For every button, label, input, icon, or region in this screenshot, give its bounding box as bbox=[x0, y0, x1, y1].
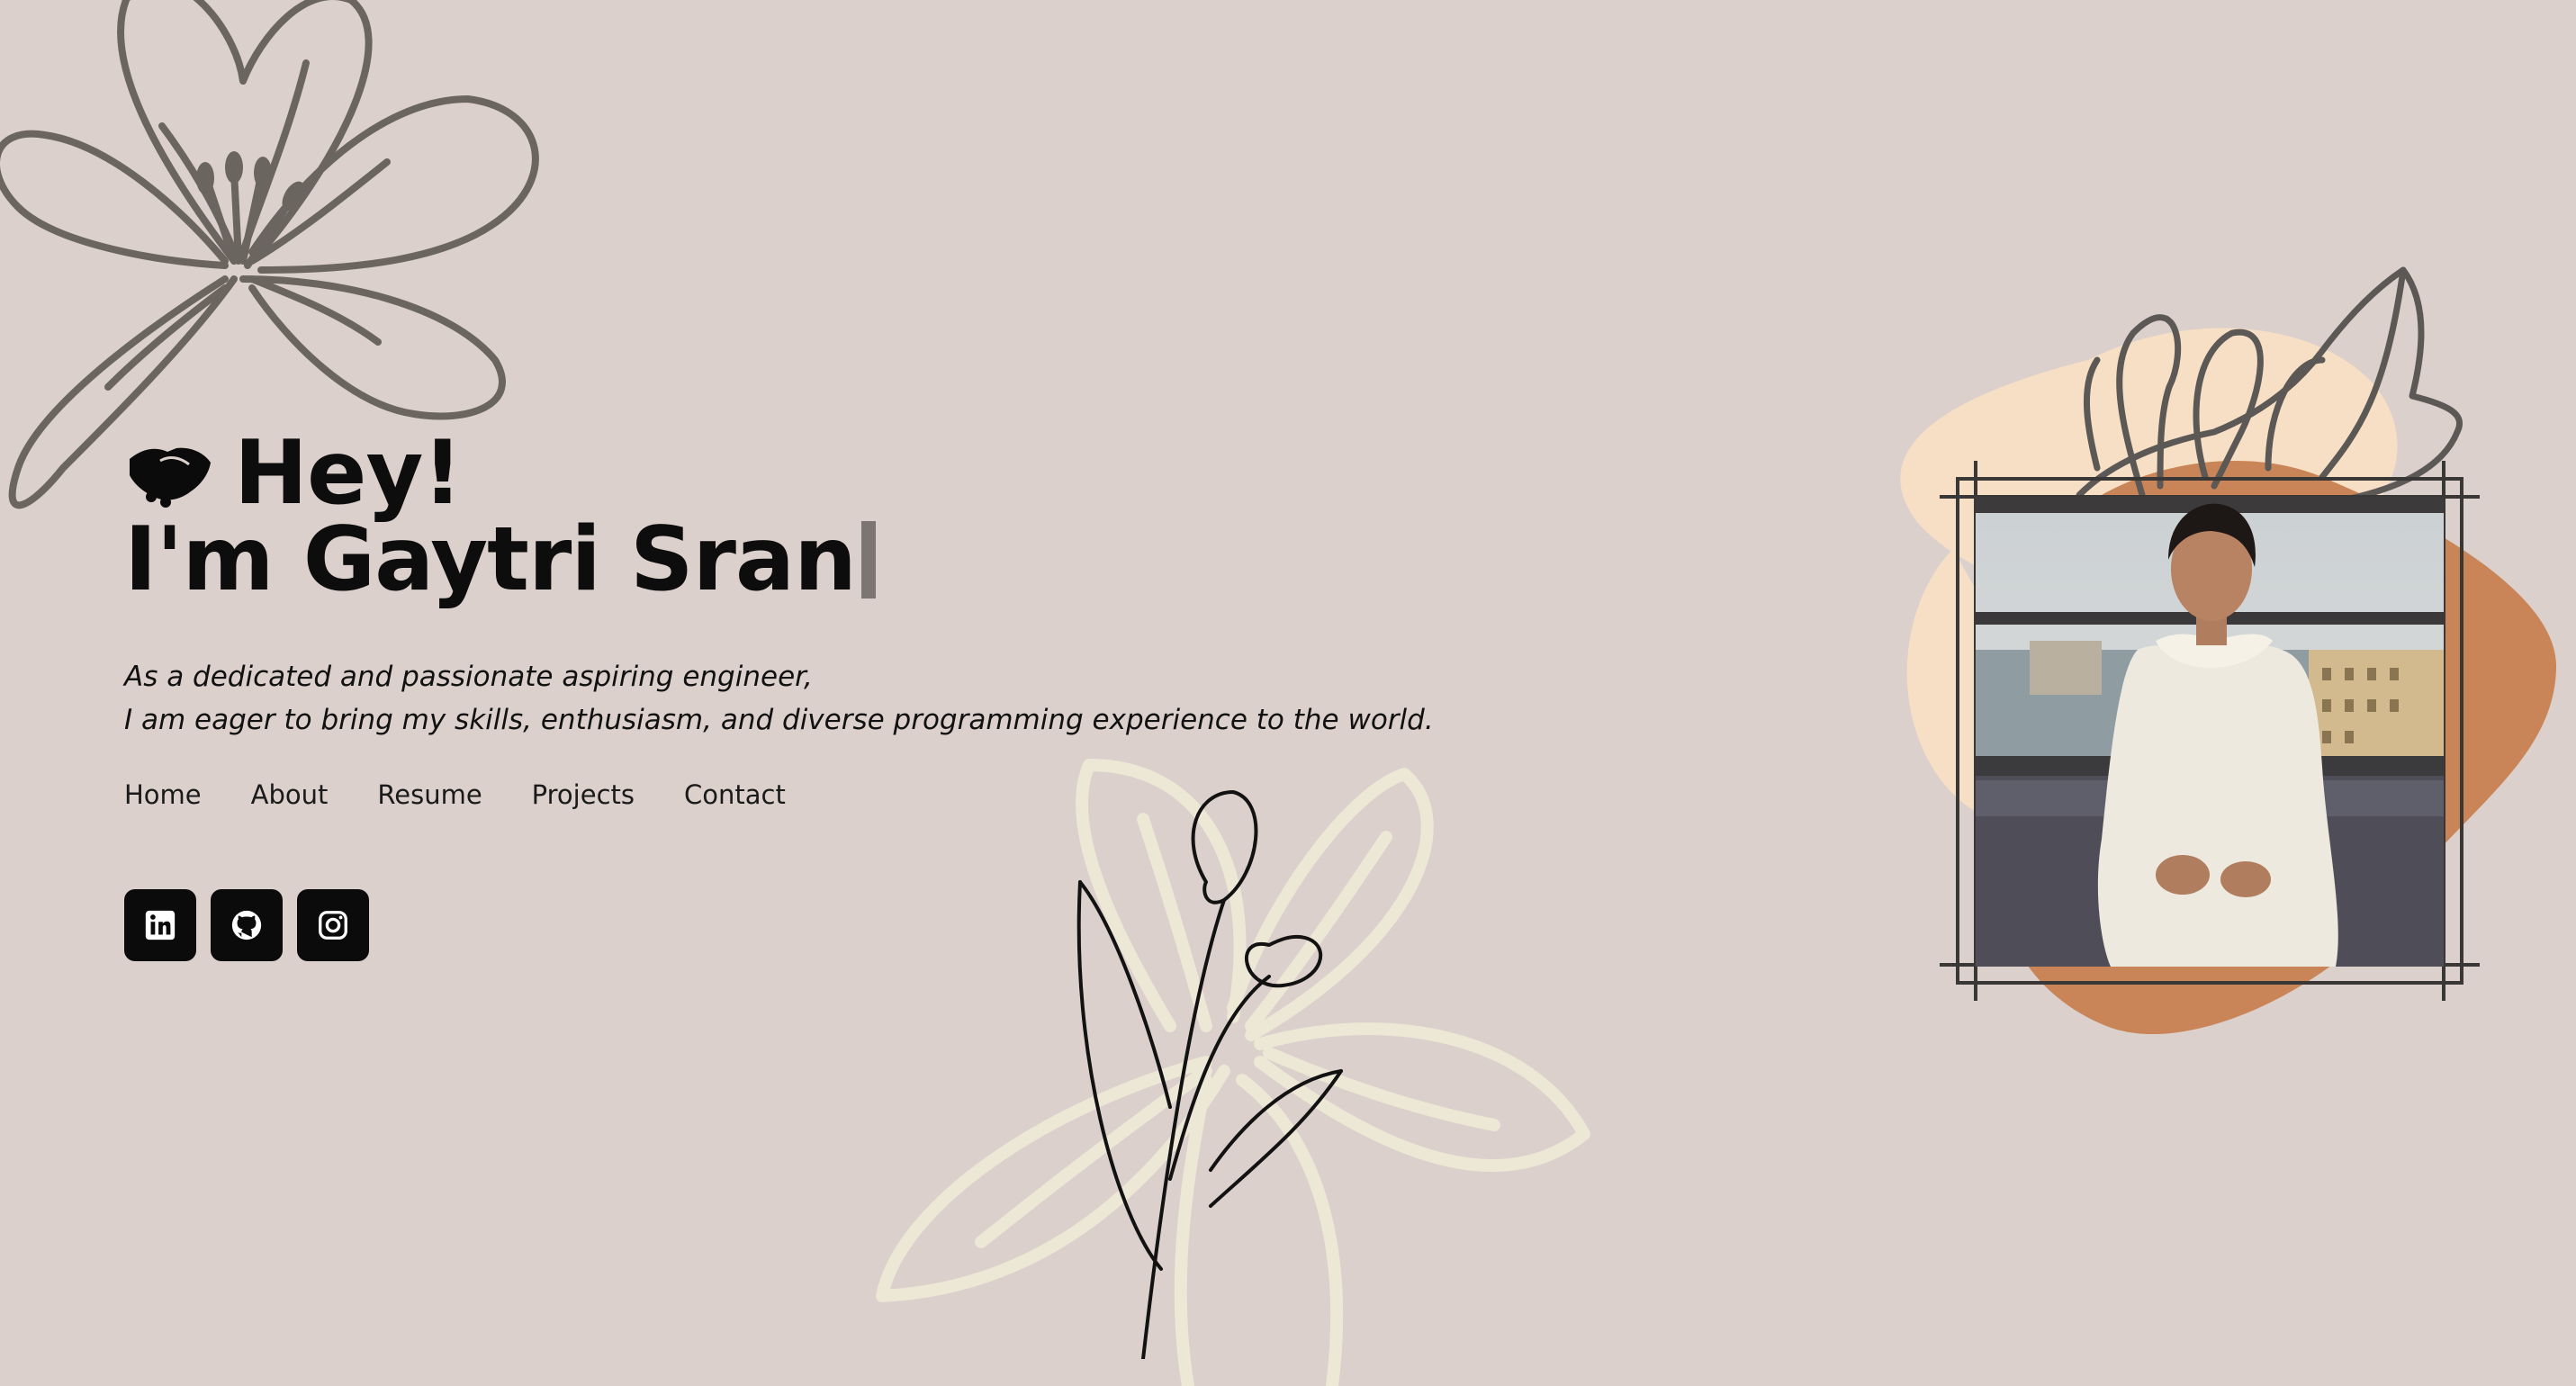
intro-line-2: I am eager to bring my skills, enthusias… bbox=[124, 704, 1434, 736]
hero-heading-block: Hey! I'm Gaytri Sran bbox=[124, 422, 876, 611]
github-icon bbox=[231, 910, 262, 940]
profile-photo bbox=[1976, 497, 2444, 967]
name-text: I'm Gaytri Sran bbox=[124, 508, 857, 611]
linkedin-button[interactable] bbox=[124, 889, 196, 961]
nav-contact[interactable]: Contact bbox=[684, 779, 786, 810]
intro-text: As a dedicated and passionate aspiring e… bbox=[124, 655, 1434, 742]
typing-cursor bbox=[860, 521, 876, 598]
intro-line-1: As a dedicated and passionate aspiring e… bbox=[124, 661, 813, 693]
name-line: I'm Gaytri Sran bbox=[124, 508, 876, 611]
github-button[interactable] bbox=[211, 889, 283, 961]
main-nav: Home About Resume Projects Contact bbox=[124, 779, 786, 810]
instagram-icon bbox=[319, 911, 347, 940]
nav-home[interactable]: Home bbox=[124, 779, 202, 810]
handshake-icon bbox=[130, 447, 211, 508]
social-links bbox=[124, 889, 369, 961]
nav-projects[interactable]: Projects bbox=[532, 779, 635, 810]
instagram-button[interactable] bbox=[297, 889, 369, 961]
hero-title: Hey! I'm Gaytri Sran bbox=[124, 422, 876, 611]
tulip-line-drawing bbox=[1076, 790, 1343, 1359]
nav-resume[interactable]: Resume bbox=[377, 779, 482, 810]
linkedin-icon bbox=[145, 910, 176, 940]
greeting-line: Hey! bbox=[124, 422, 876, 525]
nav-about[interactable]: About bbox=[251, 779, 329, 810]
greeting-text: Hey! bbox=[234, 422, 463, 525]
